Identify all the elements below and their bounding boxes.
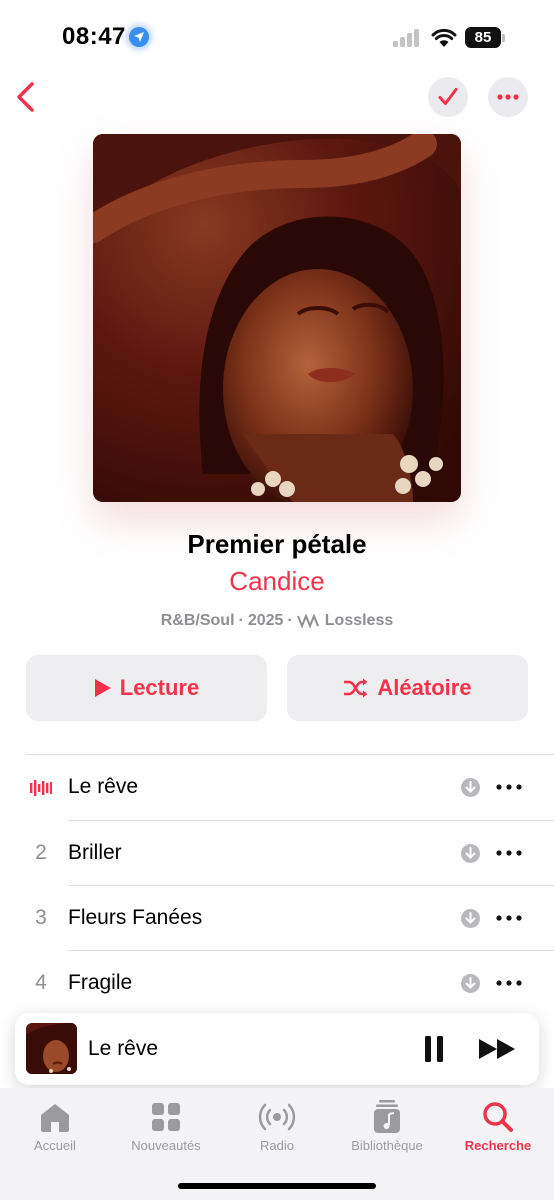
back-button[interactable] bbox=[12, 80, 40, 114]
album-genre: R&B/Soul bbox=[160, 612, 235, 629]
track-title: Fragile bbox=[68, 971, 133, 994]
track-number: 3 bbox=[35, 906, 47, 929]
now-playing-equalizer-icon bbox=[30, 780, 52, 796]
track-title: Briller bbox=[68, 841, 122, 864]
track-row[interactable]: 3 Fleurs Fanées bbox=[0, 886, 554, 951]
tab-accueil[interactable]: Accueil bbox=[0, 1100, 110, 1153]
radio-icon bbox=[258, 1103, 296, 1131]
download-icon[interactable] bbox=[461, 844, 480, 863]
tab-nouveautes[interactable]: Nouveautés bbox=[111, 1100, 221, 1153]
track-title: Le rêve bbox=[68, 775, 139, 798]
album-meta: R&B/Soul · 2025 · Lossless bbox=[0, 612, 554, 630]
play-button-label: Lecture bbox=[119, 675, 200, 700]
track-row[interactable]: Le rêve bbox=[0, 755, 554, 820]
status-bar: 08:47 85 bbox=[0, 0, 554, 74]
track-more-icon[interactable] bbox=[494, 777, 524, 797]
track-row[interactable]: 4 Fragile bbox=[0, 951, 554, 1016]
status-time: 08:47 bbox=[62, 23, 126, 50]
grid-icon bbox=[152, 1103, 180, 1131]
tab-recherche[interactable]: Recherche bbox=[443, 1100, 553, 1153]
track-row[interactable]: 2 Briller bbox=[0, 821, 554, 886]
play-icon bbox=[94, 679, 111, 697]
search-icon bbox=[483, 1102, 513, 1132]
mini-player[interactable]: Le rêve bbox=[15, 1013, 539, 1085]
tab-radio[interactable]: Radio bbox=[222, 1100, 332, 1153]
checkmark-icon bbox=[438, 88, 458, 105]
track-more-icon[interactable] bbox=[494, 973, 524, 993]
lossless-icon bbox=[296, 614, 319, 628]
download-icon[interactable] bbox=[461, 778, 480, 797]
location-icon bbox=[129, 27, 149, 47]
battery-cap bbox=[502, 34, 505, 42]
album-title: Premier pétale bbox=[187, 529, 367, 559]
tab-label: Recherche bbox=[464, 1138, 532, 1153]
added-to-library-button[interactable] bbox=[428, 77, 468, 117]
track-more-icon[interactable] bbox=[494, 908, 524, 928]
download-icon[interactable] bbox=[461, 974, 480, 993]
mini-player-artwork bbox=[26, 1023, 77, 1074]
more-options-button[interactable] bbox=[488, 77, 528, 117]
track-number: 2 bbox=[35, 841, 47, 864]
tab-label: Accueil bbox=[34, 1138, 76, 1153]
ellipsis-icon bbox=[497, 94, 519, 100]
album-artwork bbox=[93, 134, 461, 502]
track-more-icon[interactable] bbox=[494, 843, 524, 863]
chevron-left-icon bbox=[17, 82, 34, 112]
shuffle-icon bbox=[344, 678, 368, 698]
home-indicator[interactable] bbox=[178, 1183, 376, 1189]
tab-label: Bibliothèque bbox=[351, 1138, 423, 1153]
play-button[interactable]: Lecture bbox=[26, 655, 267, 721]
tab-bibliotheque[interactable]: Bibliothèque bbox=[332, 1100, 442, 1153]
battery-indicator: 85 bbox=[465, 27, 501, 48]
library-icon bbox=[374, 1100, 400, 1133]
artist-name[interactable]: Candice bbox=[0, 566, 554, 597]
meta-separator: · bbox=[238, 612, 244, 629]
download-icon[interactable] bbox=[461, 909, 480, 928]
home-icon bbox=[41, 1104, 69, 1132]
album-year: 2025 bbox=[247, 612, 284, 629]
track-number: 4 bbox=[35, 971, 47, 994]
shuffle-button[interactable]: Aléatoire bbox=[287, 655, 528, 721]
pause-icon[interactable] bbox=[419, 1033, 449, 1065]
fast-forward-icon[interactable] bbox=[477, 1035, 519, 1063]
mini-player-title: Le rêve bbox=[88, 1037, 159, 1060]
wifi-icon bbox=[431, 28, 457, 47]
shuffle-button-label: Aléatoire bbox=[377, 675, 472, 700]
tab-label: Nouveautés bbox=[131, 1138, 201, 1153]
cellular-signal-icon bbox=[393, 29, 423, 47]
album-quality: Lossless bbox=[324, 612, 394, 629]
tab-label: Radio bbox=[260, 1138, 294, 1153]
meta-separator: · bbox=[287, 612, 293, 629]
track-title: Fleurs Fanées bbox=[68, 906, 203, 929]
